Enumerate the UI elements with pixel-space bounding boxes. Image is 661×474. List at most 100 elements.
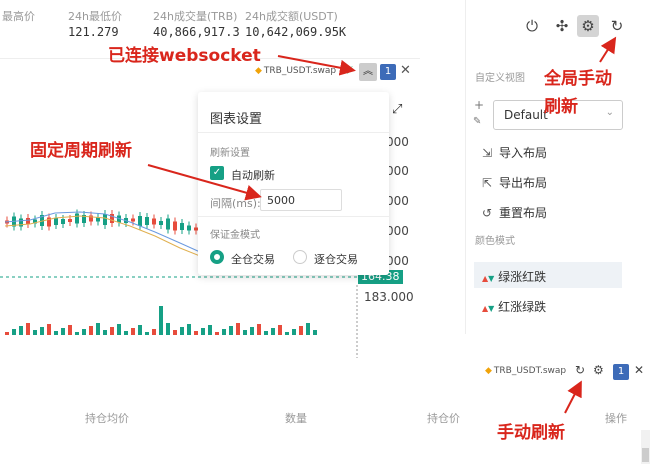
volume-bar — [5, 332, 9, 335]
manual-refresh-icon[interactable]: ↻ — [575, 363, 585, 377]
volume-bar — [19, 326, 23, 335]
volume-bar — [285, 332, 289, 335]
annotation-manual-refresh: 手动刷新 — [497, 423, 565, 443]
add-icon[interactable]: + — [474, 98, 484, 112]
popover-title: 图表设置 — [210, 112, 263, 127]
color-option-label: 绿涨红跌 — [498, 270, 547, 284]
close-icon[interactable]: ✕ — [634, 363, 644, 377]
volume-bar — [75, 332, 79, 335]
volume-bar — [124, 331, 128, 335]
color-option-label: 红涨绿跌 — [498, 300, 547, 314]
volume-bar — [159, 306, 163, 335]
volume-bar — [236, 323, 240, 335]
volume-bar — [96, 323, 100, 335]
auto-refresh-label: 自动刷新 — [231, 169, 275, 182]
price-axis-label: 000 — [386, 164, 409, 178]
volume-bar — [33, 330, 37, 335]
volume-bar — [243, 330, 247, 335]
volume-bar — [222, 329, 226, 335]
volume-bar — [68, 325, 72, 335]
color-option-red-up[interactable]: ▲▼ 红涨绿跌 — [474, 292, 622, 318]
isolated-margin-label: 逐仓交易 — [314, 253, 358, 266]
volume-bar — [47, 324, 51, 335]
export-layout-button[interactable]: ⇱ 导出布局 — [482, 174, 547, 191]
price-axis-label: 000 — [386, 135, 409, 149]
bottom-badge[interactable]: 1 — [613, 364, 629, 380]
volume-bar — [82, 329, 86, 335]
header-position-value: 持仓价 — [427, 412, 460, 425]
layout-select-value: Default — [504, 108, 548, 122]
header-avg-price: 持仓均价 — [85, 412, 129, 425]
divider — [198, 216, 389, 217]
cross-margin-label: 全仓交易 — [231, 253, 275, 266]
volume-bar — [180, 327, 184, 335]
color-mode-label: 颜色模式 — [475, 236, 515, 247]
margin-section-label: 保证金模式 — [210, 230, 260, 241]
expand-icon[interactable]: ⤢ — [392, 102, 402, 117]
collapse-button[interactable]: ︽ — [359, 63, 377, 81]
coin-icon: ◆ — [485, 366, 492, 376]
volume-bar — [264, 331, 268, 335]
volume-bar — [292, 329, 296, 335]
volume-bar — [215, 332, 219, 335]
chart-settings-popover: 图表设置 刷新设置 ✓ 自动刷新 间隔(ms): 5000 保证金模式 全仓交易… — [198, 92, 389, 275]
cross-margin-radio[interactable] — [210, 250, 224, 264]
annotation-global-refresh-2: 刷新 — [544, 97, 578, 117]
isolated-margin-radio[interactable] — [293, 250, 307, 264]
scrollbar-thumb[interactable] — [642, 448, 649, 462]
refresh-icon[interactable]: ↻ — [606, 17, 628, 35]
gear-icon[interactable]: ⚙ — [577, 15, 599, 37]
volume-bar — [313, 330, 317, 335]
volume-bar — [278, 325, 282, 335]
custom-view-label: 自定义视图 — [475, 73, 525, 84]
refresh-section-label: 刷新设置 — [210, 148, 250, 159]
reset-layout-label: 重置布局 — [499, 206, 548, 220]
volume-bar — [166, 323, 170, 335]
annotation-global-refresh-1: 全局手动 — [544, 69, 612, 89]
price-axis-label: 000 — [386, 224, 409, 238]
volume-bar — [257, 324, 261, 335]
websocket-connected-icon: ⚡ — [346, 64, 354, 77]
volume-bar — [26, 323, 30, 335]
interval-label: 间隔(ms): — [210, 197, 261, 210]
volume-bar — [138, 325, 142, 335]
annotation-fixed-refresh: 固定周期刷新 — [30, 141, 132, 161]
volume-bar — [54, 331, 58, 335]
volume-bar — [187, 324, 191, 335]
close-icon[interactable]: ✕ — [400, 63, 411, 78]
bottom-panel-header: ◆ TRB_USDT.swap ↻ ⚙ 1 ✕ — [470, 358, 655, 386]
auto-refresh-checkbox[interactable]: ✓ — [210, 166, 224, 180]
gear-icon[interactable]: ⚙ — [593, 363, 604, 377]
header-actions: 操作 — [605, 412, 627, 425]
volume-bar — [152, 329, 156, 335]
puzzle-icon[interactable]: ✣ — [551, 17, 573, 35]
export-layout-label: 导出布局 — [499, 176, 548, 190]
export-icon: ⇱ — [482, 176, 493, 190]
import-layout-label: 导入布局 — [499, 146, 548, 160]
volume-bar — [271, 328, 275, 335]
volume-bar — [194, 331, 198, 335]
import-layout-button[interactable]: ⇲ 导入布局 — [482, 144, 547, 161]
reset-layout-button[interactable]: ↺ 重置布局 — [482, 204, 547, 221]
volume-bar — [117, 324, 121, 335]
divider — [198, 132, 389, 133]
power-icon[interactable]: ⏻ — [521, 17, 543, 35]
color-option-green-up[interactable]: ▲▼ 绿涨红跌 — [474, 262, 622, 288]
coin-icon: ◆ — [255, 66, 262, 76]
interval-input[interactable]: 5000 — [260, 189, 342, 211]
volume-bar — [103, 330, 107, 335]
volume-bar — [208, 325, 212, 335]
triangle-down-icon: ▼ — [488, 304, 495, 313]
price-axis-lower: 183.000 — [364, 290, 414, 304]
edit-icon[interactable]: ✎ — [473, 116, 481, 127]
volume-bar — [201, 328, 205, 335]
volume-bar — [145, 332, 149, 335]
volume-bar — [306, 323, 310, 335]
panel-badge[interactable]: 1 — [380, 64, 396, 80]
chevron-down-icon: ⌄ — [605, 107, 614, 118]
volume-bar — [61, 328, 65, 335]
volume-bar — [131, 328, 135, 335]
volume-bar — [89, 326, 93, 335]
volume-bar — [12, 329, 16, 335]
volume-bar — [40, 327, 44, 335]
